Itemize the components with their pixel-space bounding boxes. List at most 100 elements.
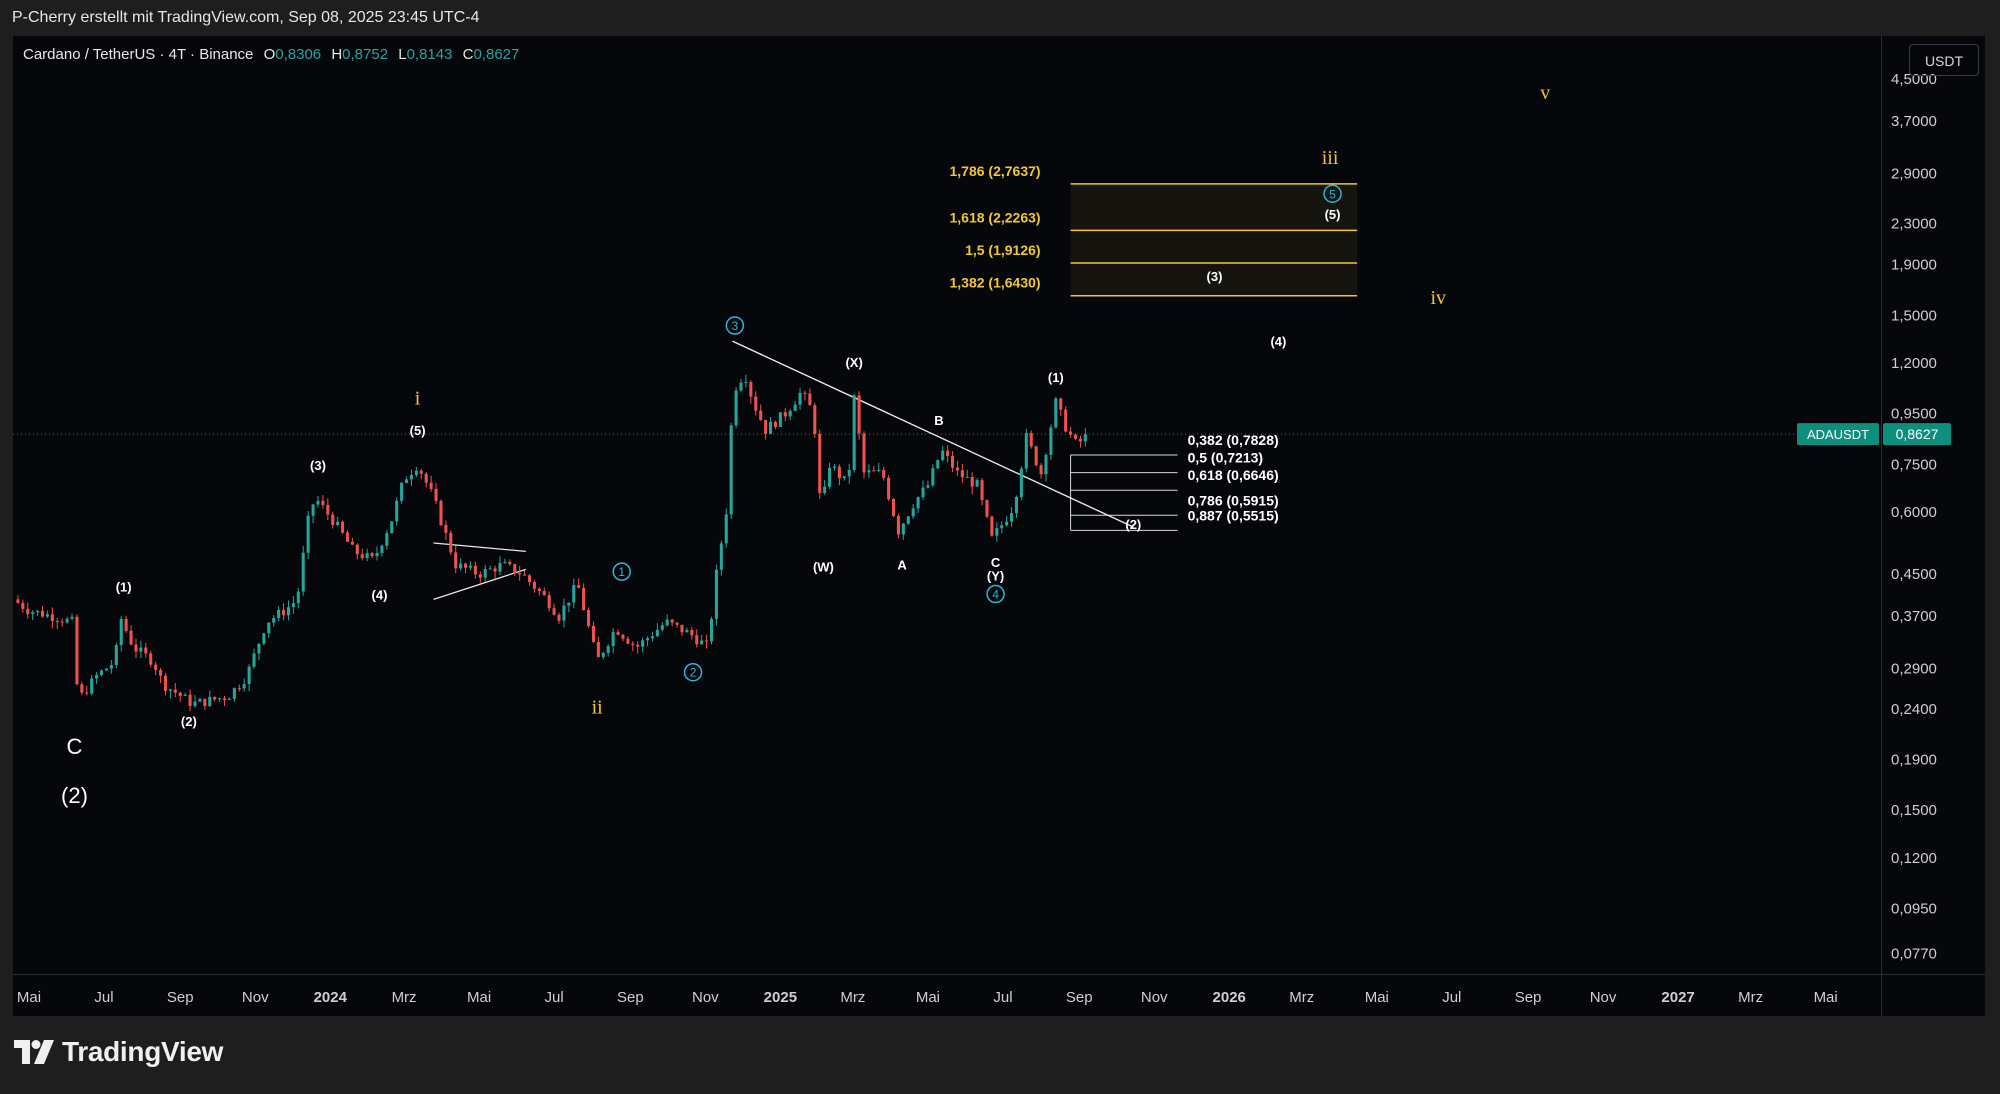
candle-body — [562, 605, 566, 621]
y-tick-label: 1,9000 — [1891, 256, 1937, 273]
candle-body — [173, 689, 177, 693]
fib-extension-label: 1,618 (2,2263) — [950, 209, 1041, 225]
candle-body — [424, 473, 428, 483]
candle-body — [1029, 433, 1033, 447]
x-tick-label: Nov — [242, 989, 269, 1006]
candle-body — [65, 618, 69, 623]
candle-body — [931, 468, 935, 486]
candle-body — [70, 616, 74, 619]
candle-body — [419, 470, 423, 474]
wave-label: 2 — [690, 666, 697, 680]
candle-body — [1083, 434, 1087, 442]
candle-body — [547, 595, 551, 609]
candle-body — [936, 460, 940, 469]
x-tick-label: Nov — [1141, 989, 1168, 1006]
candle-body — [409, 475, 413, 480]
chart-area[interactable]: 4,5000 3,7000 2,9000 2,3000 1,9000 1,5000 1,20… — [13, 36, 1985, 1016]
candle-body — [646, 638, 650, 641]
wave-label: v — [1540, 82, 1550, 104]
high-value: 0,8752 — [342, 46, 389, 63]
fib-retracement-label: 0,5 (0,7213) — [1188, 450, 1264, 466]
candle-body — [503, 561, 507, 563]
candle-body — [778, 412, 782, 427]
wave-label: (X) — [845, 355, 862, 370]
candle-body — [823, 486, 827, 493]
candle-body — [877, 469, 881, 472]
x-tick-label: Sep — [1515, 989, 1542, 1006]
candle-body — [532, 582, 536, 589]
candle-body — [921, 487, 925, 498]
candle-body — [660, 625, 664, 630]
y-tick-label: 0,9500 — [1891, 405, 1937, 422]
candle-body — [375, 552, 379, 557]
price-chart[interactable]: 4,50003,70002,90002,30001,90001,50001,20… — [13, 36, 1985, 1016]
candle-body — [252, 653, 256, 667]
fib-retracement-label: 0,382 (0,7828) — [1188, 432, 1279, 448]
candle-body — [542, 591, 546, 596]
x-tick-label: 2026 — [1213, 989, 1246, 1006]
candle-body — [906, 516, 910, 524]
candle-body — [616, 632, 620, 635]
open-value: 0,8306 — [275, 46, 322, 63]
y-tick-label: 0,4500 — [1891, 566, 1937, 583]
x-tick-label: Jul — [544, 989, 563, 1006]
candle-body — [596, 641, 600, 658]
candle-body — [567, 602, 571, 606]
candle-body — [695, 635, 699, 645]
candle-body — [55, 621, 59, 623]
tradingview-logo-text: TradingView — [62, 1036, 224, 1067]
wave-label: B — [934, 413, 943, 428]
wave-label: i — [415, 388, 421, 410]
footer — [0, 1016, 2000, 1094]
candle-body — [985, 500, 989, 517]
candle-body — [891, 499, 896, 516]
wave-label: ii — [592, 697, 604, 719]
candle-body — [655, 629, 659, 637]
candle-body — [803, 392, 807, 394]
symbol-name: Cardano / TetherUS · 4T · Binance — [23, 46, 254, 63]
candle-body — [552, 608, 556, 615]
candle-body — [237, 688, 241, 690]
candle-body — [700, 640, 704, 645]
wave-label: (2) — [1125, 517, 1141, 532]
candle-body — [587, 610, 591, 626]
wave-label: (1) — [1048, 370, 1064, 385]
candle-body — [439, 500, 443, 525]
candle-body — [365, 553, 369, 559]
candle-body — [951, 456, 955, 468]
candle-body — [818, 433, 822, 493]
candle-body — [350, 541, 354, 545]
candle-body — [247, 666, 251, 685]
x-tick-label: Jul — [993, 989, 1012, 1006]
candle-body — [203, 698, 207, 706]
y-tick-label: 0,3700 — [1891, 608, 1937, 625]
candle-body — [1039, 465, 1043, 475]
x-tick-label: Jul — [94, 989, 113, 1006]
currency-button[interactable]: USDT — [1909, 44, 1979, 76]
candle-body — [769, 421, 773, 434]
candle-body — [296, 591, 300, 604]
candle-body — [26, 608, 30, 615]
candle-body — [665, 619, 669, 626]
candle-body — [85, 692, 89, 694]
candle-body — [272, 618, 276, 623]
candle-body — [852, 395, 856, 470]
candle-body — [955, 467, 959, 471]
candle-body — [887, 477, 891, 500]
wave-label: 5 — [1329, 187, 1336, 201]
candle-body — [222, 698, 227, 700]
wave-label: (4) — [1270, 334, 1286, 349]
y-tick-label: 2,9000 — [1891, 166, 1937, 183]
candle-body — [311, 504, 315, 516]
candle-body — [109, 665, 113, 669]
candle-body — [508, 561, 512, 565]
candle-body — [429, 482, 433, 489]
candle-body — [277, 609, 281, 619]
candle-body — [193, 701, 197, 706]
candle-body — [208, 696, 212, 706]
candle-body — [291, 603, 295, 608]
candle-body — [621, 634, 625, 639]
candle-body — [104, 668, 108, 671]
candle-body — [793, 404, 797, 411]
candle-body — [385, 533, 389, 546]
